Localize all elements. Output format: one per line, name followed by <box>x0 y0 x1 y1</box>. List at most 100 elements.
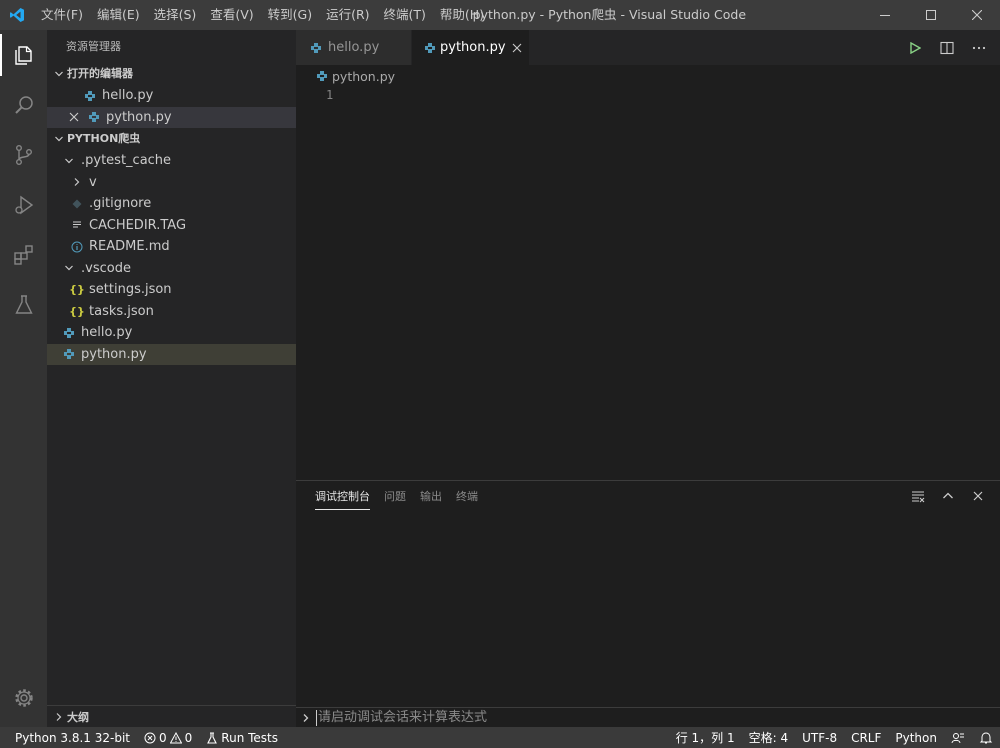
error-icon <box>144 732 156 743</box>
language-mode[interactable]: Python <box>888 731 944 745</box>
more-actions-button[interactable] <box>968 37 990 59</box>
gear-icon <box>14 689 33 707</box>
code-editor[interactable]: 1 <box>296 87 1000 480</box>
tab-label: hello.py <box>328 40 380 55</box>
chevron-down-icon <box>61 153 77 169</box>
text-file-icon <box>69 217 85 233</box>
activity-bar <box>0 30 47 727</box>
source-control-activity-button[interactable] <box>0 130 47 180</box>
folder-item[interactable]: .vscode <box>47 258 296 280</box>
run-debug-activity-button[interactable] <box>0 180 47 230</box>
end-of-line[interactable]: CRLF <box>844 731 888 745</box>
file-item[interactable]: .gitignore <box>47 193 296 215</box>
feedback-button[interactable] <box>944 731 972 745</box>
close-icon[interactable] <box>512 40 522 56</box>
file-label: README.md <box>89 239 170 255</box>
outline-header[interactable]: 大纲 <box>47 705 296 727</box>
maximize-button[interactable] <box>908 0 954 30</box>
ellipsis-icon <box>972 46 986 49</box>
minimize-button[interactable] <box>862 0 908 30</box>
file-item[interactable]: README.md <box>47 236 296 258</box>
menu-run[interactable]: 运行(R) <box>319 0 376 30</box>
close-icon[interactable] <box>66 109 82 125</box>
tab-label: python.py <box>440 40 506 55</box>
notifications-button[interactable] <box>972 731 1000 745</box>
chevron-down-icon <box>51 66 67 82</box>
tab-output[interactable]: 输出 <box>420 481 442 514</box>
encoding[interactable]: UTF-8 <box>795 731 844 745</box>
tab-python-py[interactable]: python.py <box>412 30 530 65</box>
indentation[interactable]: 空格: 4 <box>742 729 796 746</box>
editor-tabs: hello.py python.py <box>296 30 1000 65</box>
outline-label: 大纲 <box>67 710 89 724</box>
file-label: python.py <box>81 346 147 362</box>
bell-icon <box>979 731 993 743</box>
python-file-icon <box>314 68 330 84</box>
breadcrumb-label: python.py <box>332 68 396 84</box>
file-label: hello.py <box>81 325 133 341</box>
editor-actions <box>904 30 990 65</box>
file-item[interactable]: {} settings.json <box>47 279 296 301</box>
menu-edit[interactable]: 编辑(E) <box>90 0 147 30</box>
debug-console-input[interactable]: 请启动调试会话来计算表达式 <box>296 707 1000 727</box>
search-icon <box>14 96 33 114</box>
menu-terminal[interactable]: 终端(T) <box>377 0 433 30</box>
chevron-right-icon <box>69 174 85 190</box>
folder-item[interactable]: v <box>47 172 296 194</box>
tab-problems[interactable]: 问题 <box>384 481 406 514</box>
clear-console-button[interactable] <box>910 488 926 504</box>
folder-item[interactable]: .pytest_cache <box>47 150 296 172</box>
tab-hello-py[interactable]: hello.py <box>296 30 412 65</box>
search-activity-button[interactable] <box>0 80 47 130</box>
line-number: 1 <box>326 88 334 102</box>
file-item[interactable]: {} tasks.json <box>47 301 296 323</box>
run-button[interactable] <box>904 37 926 59</box>
explorer-sidebar: 资源管理器 打开的编辑器 hello.py python.py PYTHON爬虫… <box>47 30 296 727</box>
split-editor-icon <box>940 41 954 54</box>
flask-icon <box>14 295 33 314</box>
python-interpreter[interactable]: Python 3.8.1 32-bit <box>0 731 137 745</box>
file-item[interactable]: python.py <box>47 343 296 365</box>
menu-go[interactable]: 转到(G) <box>261 0 319 30</box>
git-file-icon <box>69 196 85 212</box>
minimize-icon <box>880 15 890 16</box>
run-tests-button[interactable]: Run Tests <box>199 731 285 745</box>
file-label: settings.json <box>89 282 172 298</box>
file-label: .gitignore <box>89 196 152 212</box>
status-bar-right: 行 1，列 1 空格: 4 UTF-8 CRLF Python <box>669 727 1000 748</box>
file-item[interactable]: hello.py <box>47 322 296 344</box>
warning-icon <box>169 731 182 743</box>
open-editors-header[interactable]: 打开的编辑器 <box>47 63 296 85</box>
tab-debug-console[interactable]: 调试控制台 <box>315 481 370 514</box>
file-label: CACHEDIR.TAG <box>89 217 187 233</box>
maximize-panel-button[interactable] <box>940 488 956 504</box>
open-editor-item[interactable]: hello.py <box>47 85 296 107</box>
menu-selection[interactable]: 选择(S) <box>147 0 204 30</box>
split-editor-button[interactable] <box>936 37 958 59</box>
manage-button[interactable] <box>0 673 47 723</box>
title-bar: 文件(F) 编辑(E) 选择(S) 查看(V) 转到(G) 运行(R) 终端(T… <box>0 0 1000 30</box>
beaker-icon <box>207 731 218 744</box>
extensions-activity-button[interactable] <box>0 230 47 280</box>
close-panel-button[interactable] <box>970 488 986 504</box>
close-window-button[interactable] <box>954 0 1000 30</box>
menu-view[interactable]: 查看(V) <box>203 0 260 30</box>
cursor-position[interactable]: 行 1，列 1 <box>669 729 742 746</box>
menu-file[interactable]: 文件(F) <box>34 0 90 30</box>
menu-bar: 文件(F) 编辑(E) 选择(S) 查看(V) 转到(G) 运行(R) 终端(T… <box>34 0 491 30</box>
folder-label: v <box>89 174 97 190</box>
file-item[interactable]: CACHEDIR.TAG <box>47 215 296 237</box>
breadcrumb[interactable]: python.py <box>296 65 1000 87</box>
open-editor-item[interactable]: python.py <box>47 106 296 128</box>
explorer-activity-button[interactable] <box>0 30 47 80</box>
chevron-up-icon <box>943 492 953 499</box>
project-header[interactable]: PYTHON爬虫 <box>47 128 296 150</box>
open-editors-label: 打开的编辑器 <box>67 67 133 80</box>
problems-indicator[interactable]: 0 0 <box>137 731 199 745</box>
testing-activity-button[interactable] <box>0 280 47 330</box>
folder-label: .pytest_cache <box>81 153 172 169</box>
chevron-right-icon <box>296 713 316 723</box>
tab-terminal[interactable]: 终端 <box>456 481 478 514</box>
error-count: 0 <box>159 730 167 745</box>
files-icon <box>14 46 32 65</box>
